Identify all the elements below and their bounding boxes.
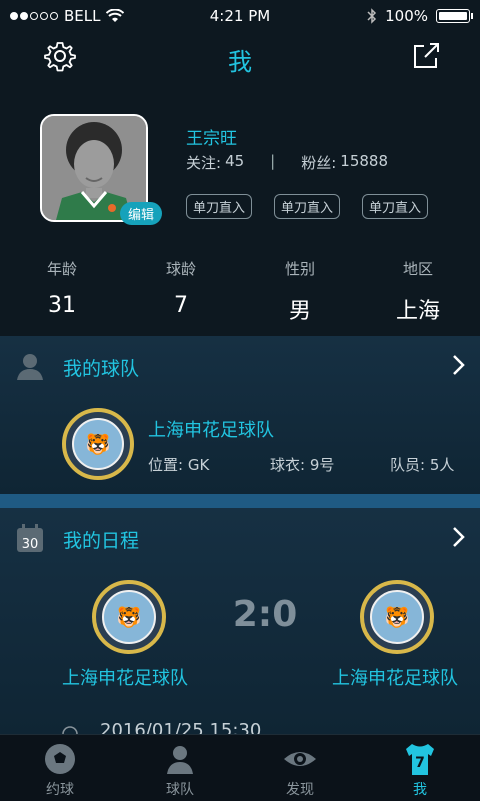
info-key: 性别 <box>284 260 315 278</box>
info-value: 上海 <box>395 299 440 324</box>
status-bar: BELL 4:21 PM 100% <box>0 0 480 32</box>
position-value: GK <box>187 456 210 474</box>
info-value: 31 <box>48 293 76 318</box>
info-value: 7 <box>174 293 188 318</box>
team-name[interactable]: 上海申花足球队 <box>148 416 274 442</box>
jersey-icon: 7 <box>406 744 434 775</box>
skill-tag: 单刀直入 <box>186 194 253 219</box>
info-region: 地区 上海 <box>368 258 468 325</box>
info-years-playing: 球龄 7 <box>131 258 231 318</box>
calendar-icon: 30 <box>17 524 43 552</box>
info-key: 地区 <box>402 260 433 278</box>
team-members: 队员: 5人 <box>390 454 454 475</box>
jersey-number: 7 <box>415 755 425 771</box>
members-value: 5人 <box>429 456 455 474</box>
info-value: 男 <box>288 299 311 324</box>
page-title: 我 <box>228 48 252 76</box>
fans-label: 粉丝: <box>301 154 337 172</box>
follow-count[interactable]: 45 <box>225 152 244 173</box>
tab-me[interactable]: 7 我 <box>360 735 480 801</box>
profile-section: 编辑 王宗旺 关注: 45 | 粉丝: 15888 单刀直入 单刀直入 单刀直入 <box>0 112 480 232</box>
home-team-name[interactable]: 上海申花足球队 <box>62 664 188 690</box>
fans-count[interactable]: 15888 <box>340 152 388 173</box>
nav-bar: 我 <box>0 32 480 82</box>
away-team-name[interactable]: 上海申花足球队 <box>332 664 458 690</box>
info-key: 年龄 <box>46 260 77 278</box>
info-gender: 性别 男 <box>250 258 350 325</box>
home-team-logo: 🐯 <box>92 580 166 654</box>
eye-icon <box>284 752 316 766</box>
stats-separator: | <box>270 152 276 170</box>
skill-tag: 单刀直入 <box>362 194 429 219</box>
team-jersey: 球衣: 9号 <box>270 454 334 475</box>
tab-label: 我 <box>413 782 427 798</box>
section-divider <box>0 494 480 508</box>
my-team-header[interactable]: 我的球队 <box>0 336 480 396</box>
skill-tag: 单刀直入 <box>274 194 341 219</box>
share-icon[interactable] <box>412 42 440 70</box>
members-label: 队员: <box>390 456 426 474</box>
jersey-value: 9号 <box>309 456 335 474</box>
my-team-title: 我的球队 <box>63 358 140 380</box>
battery-icon <box>436 9 473 23</box>
username: 王宗旺 <box>186 129 237 149</box>
info-key: 球龄 <box>165 260 196 278</box>
edit-profile-button[interactable]: 编辑 <box>120 202 163 225</box>
bluetooth-icon <box>367 8 377 24</box>
follow-label: 关注: <box>186 154 222 172</box>
basic-info-row: 年龄 31 球龄 7 性别 男 地区 上海 <box>0 258 480 328</box>
my-schedule-card[interactable]: 30 我的日程 🐯 🐯 2:0 上海申花足球队 上海申花足球队 2016/01/… <box>0 508 480 742</box>
jersey-label: 球衣: <box>270 456 306 474</box>
profile-stats: 关注: 45 | 粉丝: 15888 <box>186 152 388 173</box>
chevron-right-icon[interactable] <box>452 354 466 376</box>
battery-percent: 100% <box>385 7 428 25</box>
chevron-right-icon[interactable] <box>452 526 466 548</box>
tab-label: 发现 <box>286 782 314 798</box>
team-icon <box>167 746 193 774</box>
team-member-icon <box>17 354 43 380</box>
soccer-ball-icon <box>45 744 75 774</box>
match-score: 2:0 <box>232 594 298 635</box>
tab-label: 球队 <box>166 782 194 798</box>
position-label: 位置: <box>148 456 184 474</box>
calendar-day: 30 <box>22 537 39 552</box>
my-schedule-header[interactable]: 30 我的日程 <box>0 508 480 568</box>
info-age: 年龄 31 <box>12 258 112 318</box>
tab-discover[interactable]: 发现 <box>240 735 360 801</box>
my-schedule-title: 我的日程 <box>63 530 140 552</box>
my-team-card[interactable]: 我的球队 🐯 上海申花足球队 位置: GK 球衣: 9号 队员: 5人 <box>0 336 480 494</box>
team-logo: 🐯 <box>62 408 134 480</box>
team-position: 位置: GK <box>148 454 209 475</box>
tab-bar: 约球 球队 发现 7 我 <box>0 734 480 801</box>
tab-label: 约球 <box>46 782 74 798</box>
tab-team[interactable]: 球队 <box>120 735 240 801</box>
tab-find-match[interactable]: 约球 <box>0 735 120 801</box>
skill-tags: 单刀直入 单刀直入 单刀直入 <box>186 194 429 219</box>
away-team-logo: 🐯 <box>360 580 434 654</box>
